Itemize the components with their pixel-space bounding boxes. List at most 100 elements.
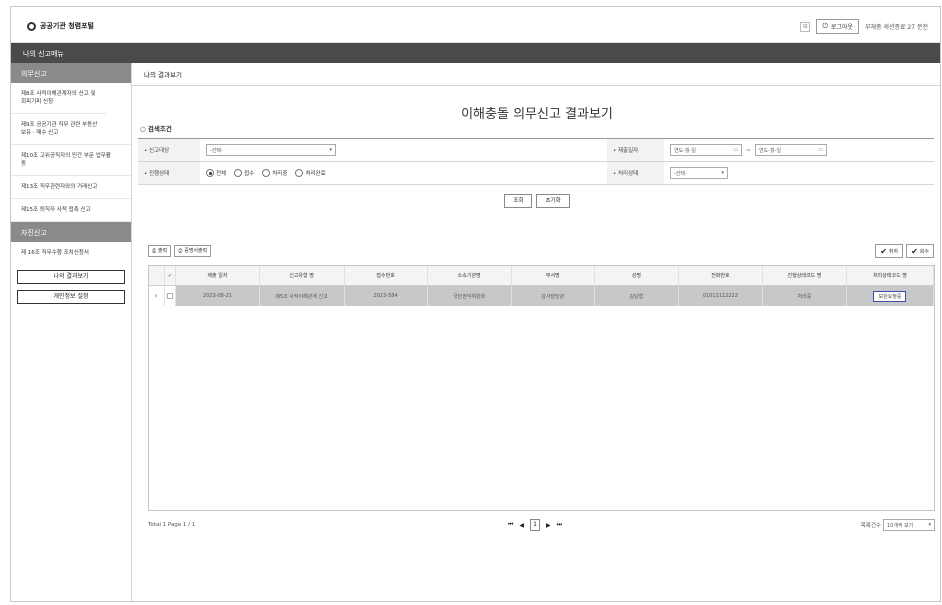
sidebar-section-mandatory[interactable]: 의무신고 — [11, 63, 131, 83]
sidebar: 의무신고 제8조 사적이해관계자의 신고 및 회피기피 신청 제9조 공공기관 … — [11, 63, 132, 601]
cell-status-code: 보완요청중 — [846, 286, 934, 306]
cell-submit-date: 2023-08-21 — [176, 286, 260, 306]
page-size-select[interactable]: 10개씩 보기 ▾ — [883, 519, 935, 531]
session-timer: 부재중 세션종료 27 분전 — [864, 24, 928, 31]
cancel-button[interactable]: ✔ 취하 — [875, 244, 904, 258]
logo-icon — [27, 21, 36, 31]
radio-processing-label: 처리중 — [272, 171, 288, 177]
recall-button[interactable]: ✔ 회수 — [906, 244, 934, 258]
radio-circle — [206, 169, 214, 177]
status-highlight-badge[interactable]: 보완요청중 — [873, 290, 907, 302]
date-from-placeholder: 연도-월-일 — [674, 147, 697, 154]
recall-label: 회수 — [919, 248, 929, 255]
status-label: • 처리상태 — [607, 162, 664, 184]
reset-button[interactable]: 초기화 — [536, 194, 570, 208]
calendar-icon[interactable]: ▭ — [733, 147, 738, 153]
next-page-icon[interactable]: ▶ — [546, 522, 551, 529]
first-page-icon[interactable]: ⏮ — [508, 521, 513, 529]
chevron-down-icon: ▾ — [928, 522, 931, 528]
row-checkbox[interactable] — [165, 286, 177, 306]
col-receipt-number[interactable]: 접수번호 — [345, 266, 428, 285]
page-title: 이해충돌 의무신고 결과보기 — [461, 107, 613, 122]
privacy-settings-button[interactable]: 개인정보 설정 — [17, 290, 125, 304]
radio-circle — [234, 169, 243, 177]
app-frame: 공공기관 청렴포털 ⊞ ⏻ 로그아웃 부재중 세션종료 27 분전 나의 신고메… — [10, 6, 941, 602]
power-icon: ⏻ — [822, 22, 828, 30]
sidebar-item-art8[interactable]: 제8조 사적이해관계자의 신고 및 회피기피 신청 — [11, 83, 106, 114]
menu-title: 나의 신고메뉴 — [23, 50, 64, 58]
radio-processing[interactable]: 처리중 — [262, 169, 287, 177]
col-name[interactable]: 성명 — [595, 266, 679, 285]
my-results-button[interactable]: 나의 결과보기 — [17, 270, 125, 284]
radio-all[interactable]: 전체 — [206, 169, 226, 177]
cell-phone: 01011112222 — [678, 286, 763, 306]
total-count: Total 1 Page 1 / 1 — [148, 522, 196, 528]
sidebar-item-art16[interactable]: 제 16조 직무수행 조치신청서 — [11, 242, 131, 264]
radio-complete[interactable]: 처리완료 — [295, 169, 326, 177]
chevron-down-icon: ▾ — [721, 170, 724, 176]
action-toolbar: ✔ 취하 ✔ 회수 — [875, 244, 934, 258]
top-header: 공공기관 청렴포털 ⊞ ⏻ 로그아웃 부재중 세션종료 27 분전 — [11, 7, 940, 43]
filter-row-2: • 진행상태 전체 접수 처리중 처리완료 • 처리상태 -선택- ▾ — [138, 162, 934, 185]
search-conditions-heading: ○ 검색조건 — [140, 125, 172, 133]
date-from-input[interactable]: 연도-월-일 ▭ — [670, 144, 742, 156]
col-progress-code[interactable]: 진행상태코드 명 — [763, 266, 847, 285]
date-range-cell: 연도-월-일 ▭ ~ 연도-월-일 ▭ — [664, 139, 934, 161]
cell-receipt-number: 2023-584 — [344, 286, 428, 306]
prev-page-icon[interactable]: ◀ — [519, 522, 524, 529]
check-icon: ✔ — [911, 246, 918, 256]
last-page-icon[interactable]: ⏭ — [557, 521, 562, 529]
target-label: • 신고대상 — [138, 139, 200, 161]
user-icon[interactable]: ⊞ — [800, 21, 811, 32]
date-to-input[interactable]: 연도-월-일 ▭ — [755, 144, 828, 156]
grid-header: ✓ 제출 일자 신고유형 명 접수번호 소속기관명 부서명 성명 전화번호 진행… — [149, 266, 934, 286]
session-area: ⊞ ⏻ 로그아웃 부재중 세션종료 27 분전 — [800, 19, 928, 34]
sidebar-section-voluntary[interactable]: 자진신고 — [11, 222, 131, 242]
breadcrumb: 나의 결과보기 — [144, 71, 182, 79]
date-to-placeholder: 연도-월-일 — [759, 147, 782, 154]
target-select-value: -선택- — [210, 147, 223, 154]
col-submit-date[interactable]: 제출 일자 — [176, 266, 260, 285]
chevron-down-icon: ▾ — [329, 147, 332, 153]
sidebar-item-art10[interactable]: 제10조 고위공직자의 민간 부문 업무활동 — [11, 145, 131, 176]
status-select[interactable]: -선택- ▾ — [670, 167, 728, 179]
main-content: 나의 결과보기 이해충돌 의무신고 결과보기 ○ 검색조건 • 신고대상 -선택… — [132, 63, 940, 601]
print-icon: ⎙ — [152, 248, 157, 254]
menu-bar: 나의 신고메뉴 — [11, 43, 940, 63]
results-grid: ✓ 제출 일자 신고유형 명 접수번호 소속기관명 부서명 성명 전화번호 진행… — [148, 265, 935, 511]
radio-complete-label: 처리완료 — [305, 171, 326, 177]
cell-name: 김남형 — [594, 286, 679, 306]
cancel-label: 취하 — [888, 248, 899, 255]
col-department[interactable]: 부서명 — [512, 266, 595, 285]
cell-report-type: 제5조 사적이해관계 신고 — [259, 286, 345, 306]
header-checkbox[interactable]: ✓ — [165, 266, 177, 285]
filter-row-1: • 신고대상 -선택- ▾ • 제출일자 연도-월-일 ▭ ~ 연도-월-일 ▭ — [138, 139, 934, 162]
logout-button[interactable]: ⏻ 로그아웃 — [816, 19, 859, 34]
submit-date-label: • 제출일자 — [607, 139, 664, 161]
print-label: 출력 — [158, 248, 168, 254]
page-size-value: 10개씩 보기 — [887, 522, 914, 529]
col-status-code[interactable]: 처리상태코드 명 — [847, 266, 934, 285]
cell-agency-name: 국민권익위원회 — [427, 286, 512, 306]
target-select[interactable]: -선택- ▾ — [206, 144, 336, 156]
col-phone[interactable]: 전화번호 — [679, 266, 763, 285]
print-icon: ⎙ — [178, 248, 183, 254]
certificate-print-button[interactable]: ⎙ 증명서출력 — [174, 245, 212, 257]
radio-received[interactable]: 접수 — [234, 169, 254, 177]
radio-all-label: 전체 — [216, 171, 227, 177]
range-separator: ~ — [746, 146, 752, 154]
search-button[interactable]: 조회 — [504, 194, 533, 208]
col-agency-name[interactable]: 소속기관명 — [428, 266, 512, 285]
sidebar-item-art13[interactable]: 제13조 직무관련자와의 거래신고 — [11, 176, 131, 199]
divider — [132, 85, 940, 86]
print-button[interactable]: ⎙ 출력 — [148, 245, 172, 257]
table-row[interactable]: › 2023-08-21 제5조 사적이해관계 신고 2023-584 국민권익… — [149, 286, 934, 306]
sidebar-item-art9[interactable]: 제9조 공공기관 직무 관련 부동산 보유 · 매수 신고 — [11, 114, 131, 145]
col-report-type[interactable]: 신고유형 명 — [260, 266, 345, 285]
current-page[interactable]: 1 — [530, 519, 541, 531]
calendar-icon[interactable]: ▭ — [818, 147, 823, 153]
sidebar-item-art15[interactable]: 제15조 퇴직자 사적 접촉 신고 — [11, 199, 131, 222]
row-expand-icon[interactable]: › — [149, 286, 165, 306]
portal-logo[interactable]: 공공기관 청렴포털 — [27, 21, 94, 31]
progress-radio-group: 전체 접수 처리중 처리완료 — [200, 162, 607, 184]
